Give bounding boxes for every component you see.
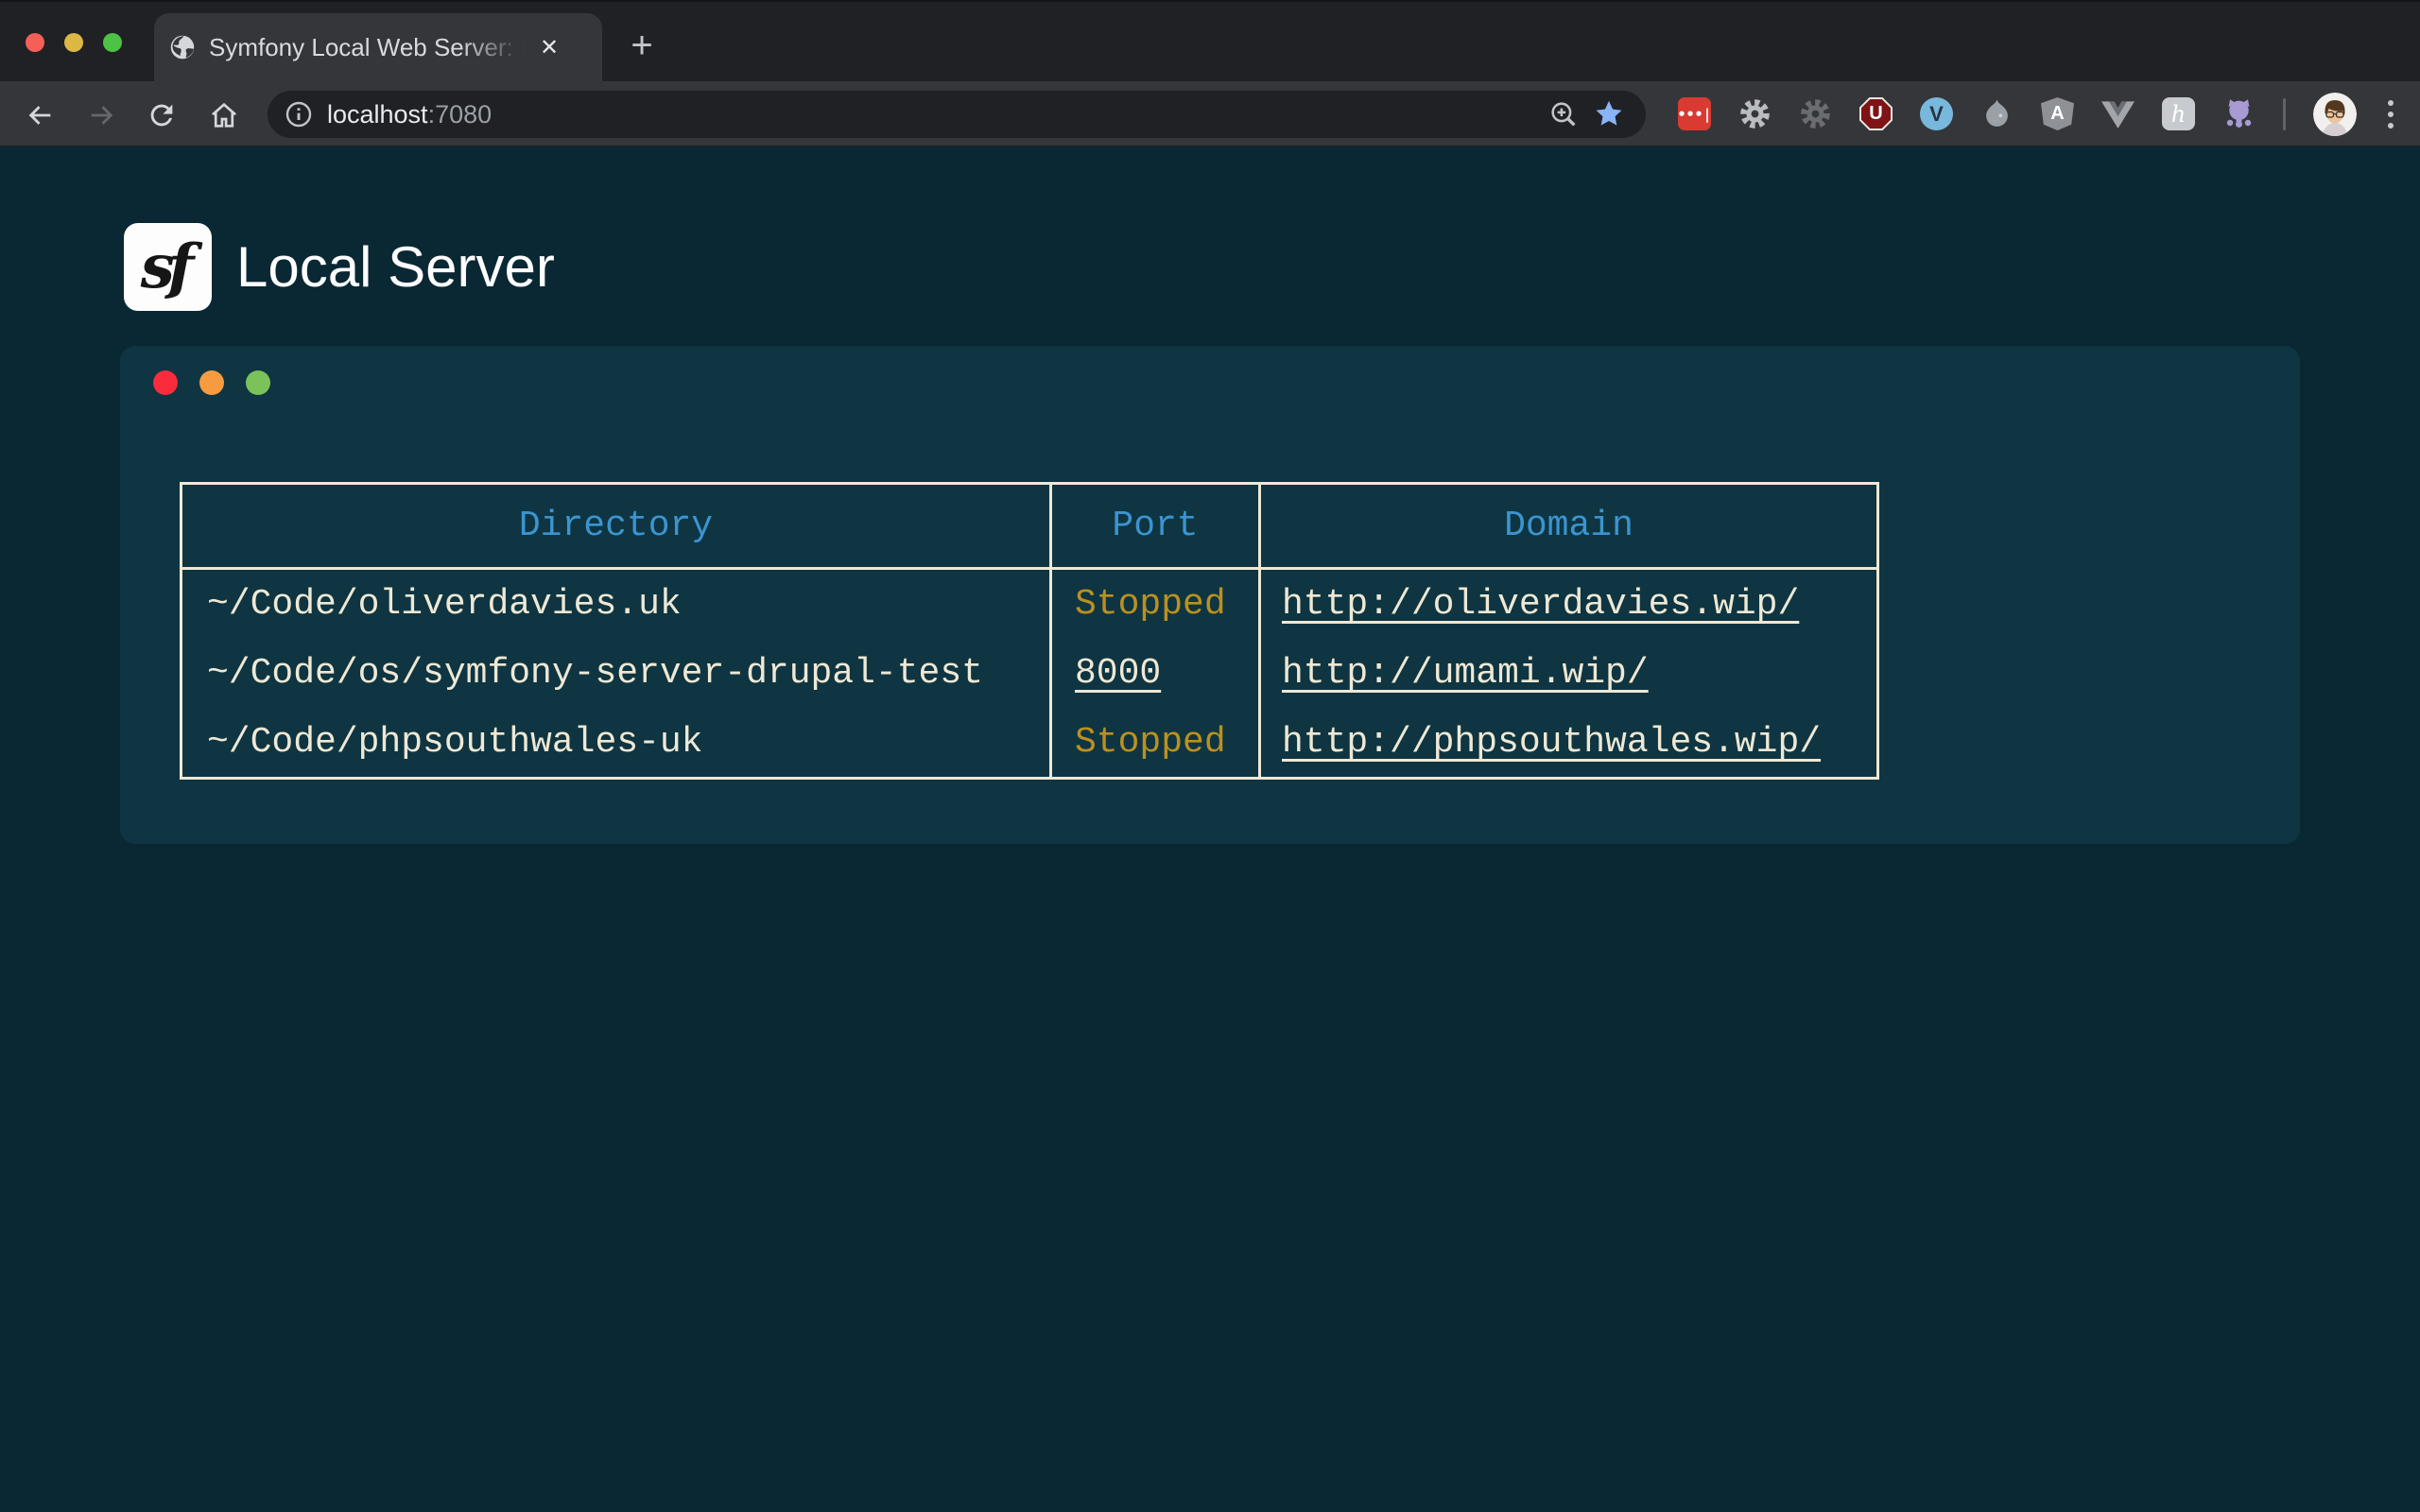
browser-tab[interactable]: Symfony Local Web Server: Prox ✕ xyxy=(154,13,602,81)
domain-link[interactable]: http://umami.wip/ xyxy=(1282,653,1649,694)
profile-avatar[interactable] xyxy=(2313,93,2357,136)
vimium-extension-icon[interactable]: V xyxy=(1920,97,1953,130)
lastpass-extension-icon[interactable]: •••| xyxy=(1678,97,1711,130)
panel-dot-green xyxy=(246,370,270,395)
port-status: Stopped xyxy=(1075,584,1226,625)
macos-window-controls xyxy=(26,33,122,52)
info-icon[interactable] xyxy=(284,99,314,129)
gear-extension-icon[interactable] xyxy=(1738,97,1772,130)
port-status: Stopped xyxy=(1075,722,1226,763)
forward-button[interactable] xyxy=(81,94,123,136)
url-bar[interactable]: localhost:7080 xyxy=(268,91,1646,138)
table-header-row: Directory Port Domain xyxy=(182,484,1878,569)
page-content: sf Local Server Directory Port Domain ~/… xyxy=(0,146,2420,1511)
column-header-port: Port xyxy=(1051,484,1260,569)
directory-cell: ~/Code/oliverdavies.uk xyxy=(182,569,1051,639)
table-row: ~/Code/oliverdavies.uk Stopped http://ol… xyxy=(182,569,1878,639)
ublock-origin-extension-icon[interactable]: U xyxy=(1859,97,1893,130)
panel-dot-red xyxy=(153,370,178,395)
honey-extension-icon[interactable]: h xyxy=(2162,97,2195,130)
tab-strip: Symfony Local Web Server: Prox ✕ + xyxy=(0,0,2420,81)
brand: sf Local Server xyxy=(124,223,555,311)
vue-extension-icon[interactable] xyxy=(2101,97,2135,130)
panel-traffic-dots xyxy=(153,370,270,395)
home-button[interactable] xyxy=(203,94,245,136)
page-title: Local Server xyxy=(236,234,555,300)
directory-cell: ~/Code/phpsouthwales-uk xyxy=(182,709,1051,779)
url-port: :7080 xyxy=(428,100,493,129)
browser-toolbar: localhost:7080 •••| U V xyxy=(0,81,2420,146)
drupal-extension-icon[interactable] xyxy=(1980,97,2014,130)
table-row: ~/Code/os/symfony-server-drupal-test 800… xyxy=(182,639,1878,709)
servers-table: Directory Port Domain ~/Code/oliverdavie… xyxy=(180,482,1879,780)
url-text[interactable]: localhost:7080 xyxy=(327,100,1547,129)
github-extension-icon[interactable] xyxy=(2222,97,2256,130)
port-link[interactable]: 8000 xyxy=(1075,653,1161,694)
angular-extension-icon[interactable]: A xyxy=(2041,97,2074,130)
window-fullscreen-button[interactable] xyxy=(103,33,122,52)
reload-button[interactable] xyxy=(141,94,182,136)
window-close-button[interactable] xyxy=(26,33,44,52)
symfony-logo: sf xyxy=(124,223,212,311)
chrome-menu-icon[interactable] xyxy=(2384,96,2397,132)
domain-link[interactable]: http://oliverdavies.wip/ xyxy=(1282,584,1799,625)
table-row: ~/Code/phpsouthwales-uk Stopped http://p… xyxy=(182,709,1878,779)
tab-close-icon[interactable]: ✕ xyxy=(532,30,566,64)
zoom-in-icon[interactable] xyxy=(1547,98,1580,130)
window-minimize-button[interactable] xyxy=(64,33,83,52)
extensions-area: •••| U V A xyxy=(1678,81,2397,146)
column-header-domain: Domain xyxy=(1260,484,1878,569)
directory-cell: ~/Code/os/symfony-server-drupal-test xyxy=(182,639,1051,709)
new-tab-button[interactable]: + xyxy=(619,23,665,68)
tab-title: Symfony Local Web Server: Prox xyxy=(209,33,530,62)
globe-favicon-icon xyxy=(169,34,196,60)
gear-extension-disabled-icon[interactable] xyxy=(1799,97,1832,130)
server-panel: Directory Port Domain ~/Code/oliverdavie… xyxy=(120,346,2300,844)
domain-link[interactable]: http://phpsouthwales.wip/ xyxy=(1282,722,1821,763)
back-button[interactable] xyxy=(19,94,60,136)
panel-dot-orange xyxy=(199,370,224,395)
column-header-directory: Directory xyxy=(182,484,1051,569)
bookmark-star-icon[interactable] xyxy=(1593,98,1625,130)
toolbar-separator xyxy=(2283,98,2286,130)
url-host: localhost xyxy=(327,100,428,129)
